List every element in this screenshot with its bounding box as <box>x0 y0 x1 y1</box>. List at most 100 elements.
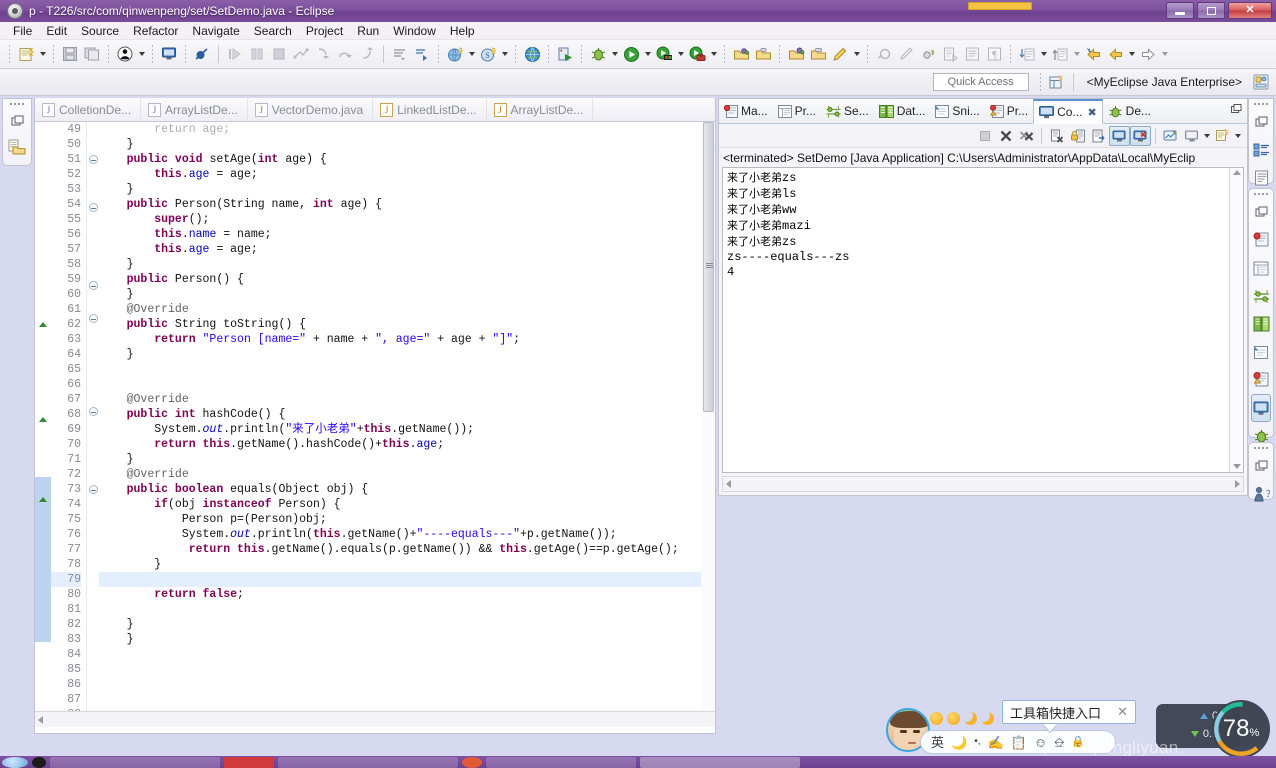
ime-tooltip-close-icon[interactable]: ✕ <box>1117 705 1128 720</box>
line-marker[interactable] <box>35 337 51 352</box>
console-output-text[interactable]: 来了小老弟zs 来了小老弟ls 来了小老弟ww 来了小老弟mazi 来了小老弟zs zs-… <box>723 168 1229 472</box>
code-line[interactable]: public Person() { <box>99 272 701 287</box>
line-marker[interactable] <box>35 552 51 567</box>
code-line[interactable]: } <box>99 257 701 272</box>
code-line[interactable] <box>99 677 701 692</box>
new-web-project-icon[interactable] <box>444 43 466 65</box>
current-perspective-label[interactable]: <MyEclipse Java Enterprise> <box>1079 75 1250 89</box>
folding-gutter[interactable] <box>87 122 99 711</box>
code-line[interactable]: public String toString() { <box>99 317 701 332</box>
rail-drag-handle[interactable] <box>3 99 31 108</box>
punctuation-icon[interactable]: •, <box>974 737 980 747</box>
package-explorer-icon[interactable] <box>3 134 31 160</box>
run-on-server-icon[interactable] <box>554 43 576 65</box>
code-line[interactable] <box>99 647 701 662</box>
taskbar-item[interactable] <box>278 756 458 768</box>
line-marker[interactable] <box>35 152 51 167</box>
overview-ruler[interactable] <box>701 122 715 711</box>
taskbar-item[interactable] <box>640 756 800 768</box>
menu-item-navigate[interactable]: Navigate <box>185 23 246 39</box>
code-line[interactable]: if(obj instanceof Person) { <box>99 497 701 512</box>
fold-collapse-icon[interactable] <box>87 314 99 329</box>
servers-view-icon[interactable] <box>1249 282 1273 310</box>
profile-icon[interactable] <box>114 43 136 65</box>
code-line[interactable]: return false; <box>99 587 701 602</box>
code-line[interactable]: System.out.println(this.getName()+"----e… <box>99 527 701 542</box>
console-tab-0[interactable]: Ma... <box>719 99 773 123</box>
new-web-project-dropdown-icon[interactable] <box>466 43 477 65</box>
save-all-icon[interactable] <box>81 43 103 65</box>
restore-button[interactable] <box>1197 2 1225 19</box>
line-marker[interactable] <box>35 447 51 462</box>
open-perspective-icon[interactable] <box>1046 71 1068 93</box>
line-marker[interactable] <box>35 167 51 182</box>
pin-console-icon[interactable] <box>1109 125 1130 146</box>
problems-view-icon[interactable] <box>1249 366 1273 394</box>
code-line[interactable]: @Override <box>99 302 701 317</box>
snippets-view-icon[interactable] <box>1249 338 1273 366</box>
open-console-menu-icon[interactable] <box>1181 126 1202 146</box>
open-console-icon[interactable] <box>158 43 180 65</box>
next-annotation-icon[interactable] <box>389 43 411 65</box>
fold-collapse-icon[interactable] <box>87 203 99 218</box>
line-marker[interactable] <box>35 352 51 367</box>
restore-right-rail-icon[interactable] <box>1249 108 1273 136</box>
menu-item-source[interactable]: Source <box>74 23 126 39</box>
open-task-icon[interactable] <box>785 43 807 65</box>
debug-dropdown-icon[interactable] <box>609 43 620 65</box>
close-button[interactable]: ✕ <box>1228 2 1272 19</box>
restore-rail-icon[interactable] <box>3 108 31 134</box>
right-rail-drag-handle-top[interactable] <box>1249 99 1273 108</box>
menu-item-search[interactable]: Search <box>247 23 299 39</box>
code-line[interactable] <box>99 362 701 377</box>
console-tab-7[interactable]: De... <box>1103 99 1156 123</box>
console-tab-2[interactable]: Se... <box>821 99 874 123</box>
line-marker[interactable] <box>35 597 51 612</box>
line-marker[interactable] <box>35 182 51 197</box>
cpu-usage-gauge[interactable]: 78 % <box>1212 700 1270 758</box>
run-last-tool-icon[interactable] <box>411 43 433 65</box>
new-spring-project-dropdown-icon[interactable] <box>499 43 510 65</box>
toggle-mark-icon[interactable] <box>917 43 939 65</box>
quick-access-input[interactable]: Quick Access <box>932 73 1029 91</box>
taskbar-item[interactable] <box>462 756 482 768</box>
menu-item-project[interactable]: Project <box>299 23 350 39</box>
taskbar-item[interactable] <box>224 756 274 768</box>
new-spring-project-icon[interactable]: S <box>477 43 499 65</box>
next-member-icon[interactable] <box>1016 43 1038 65</box>
editor-tab-2[interactable]: J VectorDemo.java <box>248 98 374 121</box>
menu-item-help[interactable]: Help <box>443 23 482 39</box>
editor-tab-4[interactable]: J ArrayListDe... <box>487 98 594 121</box>
code-line[interactable]: return "Person [name=" + name + ", age="… <box>99 332 701 347</box>
remove-launch-icon[interactable] <box>995 126 1016 146</box>
show-console-on-output-icon[interactable] <box>1088 126 1109 146</box>
code-line[interactable] <box>99 572 701 587</box>
code-line[interactable]: this.name = name; <box>99 227 701 242</box>
scroll-lock-icon[interactable] <box>1067 126 1088 146</box>
code-line[interactable]: this.age = age; <box>99 167 701 182</box>
ime-language-label[interactable]: 英 <box>931 736 944 749</box>
new-wizard-dropdown-icon[interactable] <box>37 43 48 65</box>
perspective-active-icon[interactable] <box>1250 71 1272 93</box>
code-line[interactable] <box>99 707 701 711</box>
menu-item-window[interactable]: Window <box>386 23 443 39</box>
remove-all-launches-icon[interactable] <box>1016 126 1037 146</box>
console-vertical-scrollbar[interactable] <box>1229 168 1243 472</box>
code-line[interactable]: } <box>99 182 701 197</box>
fold-collapse-icon[interactable] <box>87 281 99 296</box>
moon-icon[interactable]: 🌙 <box>951 736 967 749</box>
code-line[interactable]: } <box>99 347 701 362</box>
line-marker[interactable] <box>35 672 51 687</box>
code-line[interactable]: return this.getName().equals(p.getName()… <box>99 542 701 557</box>
open-type-icon[interactable] <box>730 43 752 65</box>
code-line[interactable]: @Override <box>99 392 701 407</box>
open-resource-icon[interactable] <box>752 43 774 65</box>
console-tab-1[interactable]: Pr... <box>773 99 821 123</box>
console-view-icon[interactable] <box>1251 394 1271 422</box>
line-marker[interactable] <box>35 702 51 711</box>
console-menu-dropdown-icon[interactable] <box>1202 126 1212 146</box>
line-marker[interactable] <box>35 477 51 492</box>
code-line[interactable]: } <box>99 137 701 152</box>
line-marker[interactable] <box>35 287 51 302</box>
line-marker[interactable] <box>35 582 51 597</box>
